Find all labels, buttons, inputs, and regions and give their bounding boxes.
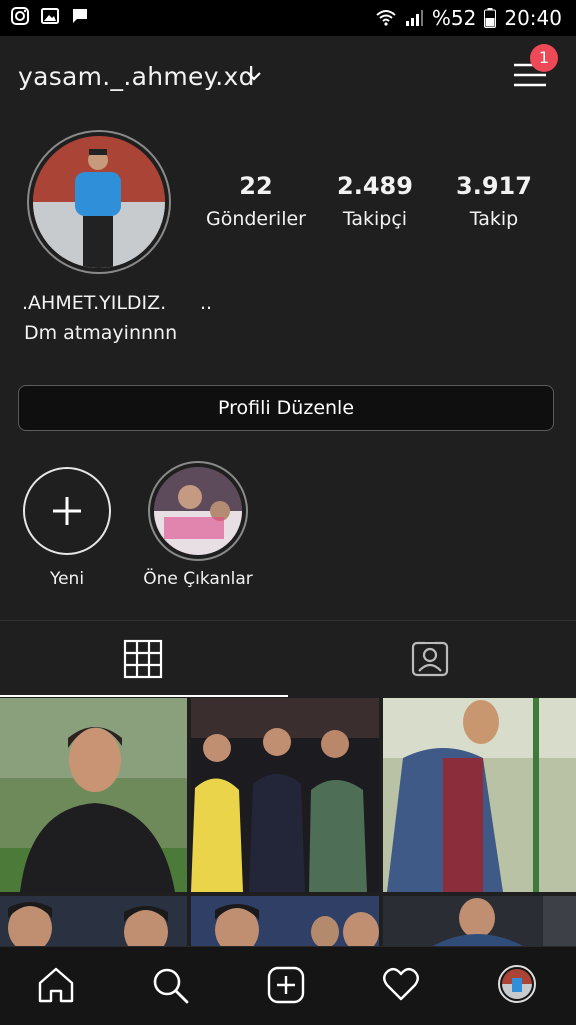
post-thumbnail[interactable] [191,896,379,946]
heart-icon[interactable] [381,965,421,1005]
image-icon [41,8,59,24]
tab-grid[interactable] [0,621,288,697]
followers-label: Takipçi [342,208,408,230]
stat-followers[interactable]: 2.489 Takipçi [315,172,435,230]
highlight-label: Yeni [49,569,85,589]
post-thumbnail[interactable] [0,698,187,892]
battery-percent: %52 [431,6,477,30]
post-thumbnail[interactable] [383,698,576,892]
username-switcher[interactable]: yasam._.ahmey.xd [18,62,255,91]
followers-count: 2.489 [337,172,413,200]
message-icon [73,9,87,23]
stat-following[interactable]: 3.917 Takip [434,172,554,230]
add-post-icon[interactable] [266,965,306,1005]
profile-tabs [0,620,576,697]
signal-icon [405,10,423,26]
edit-profile-button[interactable]: Profili Düzenle [18,385,554,431]
highlight-label: Öne Çıkanlar [143,569,253,589]
profile-photo [33,136,165,268]
battery-icon [484,8,497,28]
grid-icon [123,639,163,679]
plus-icon [53,497,81,525]
home-icon[interactable] [36,965,76,1005]
bottom-navigation [0,946,576,1025]
highlight-featured[interactable]: Öne Çıkanlar [138,461,258,589]
clock: 20:40 [504,6,562,30]
post-thumbnail[interactable] [383,896,576,946]
bio-name: .AHMET.YILDIZ. [22,292,167,314]
post-thumbnail[interactable] [191,698,379,892]
posts-label: Gönderiler [205,208,306,230]
posts-count: 22 [239,172,273,200]
tab-tagged[interactable] [288,621,576,697]
notification-badge: 1 [530,44,558,72]
profile-header: yasam._.ahmey.xd 1 [0,36,576,120]
highlight-new[interactable]: Yeni [7,467,127,589]
post-thumbnail[interactable] [0,896,187,946]
active-tab-indicator [0,695,288,697]
status-bar: %52 20:40 [0,0,576,36]
profile-thumb [502,969,532,999]
stat-posts[interactable]: 22 Gönderiler [196,172,316,230]
wifi-icon [376,10,396,26]
bio-text: Dm atmayinnnn [24,322,178,344]
highlight-photo [154,467,242,555]
chevron-down-icon[interactable] [246,69,262,83]
search-icon[interactable] [150,965,190,1005]
add-highlight-circle[interactable] [23,467,111,555]
bio-dots: .. [200,292,213,314]
tagged-icon [411,640,449,677]
following-label: Takip [469,208,519,230]
following-count: 3.917 [456,172,532,200]
profile-avatar[interactable] [498,965,536,1003]
highlight-cover[interactable] [148,461,248,561]
post-grid [0,698,576,946]
instagram-icon [11,7,29,25]
profile-avatar[interactable] [27,130,171,274]
